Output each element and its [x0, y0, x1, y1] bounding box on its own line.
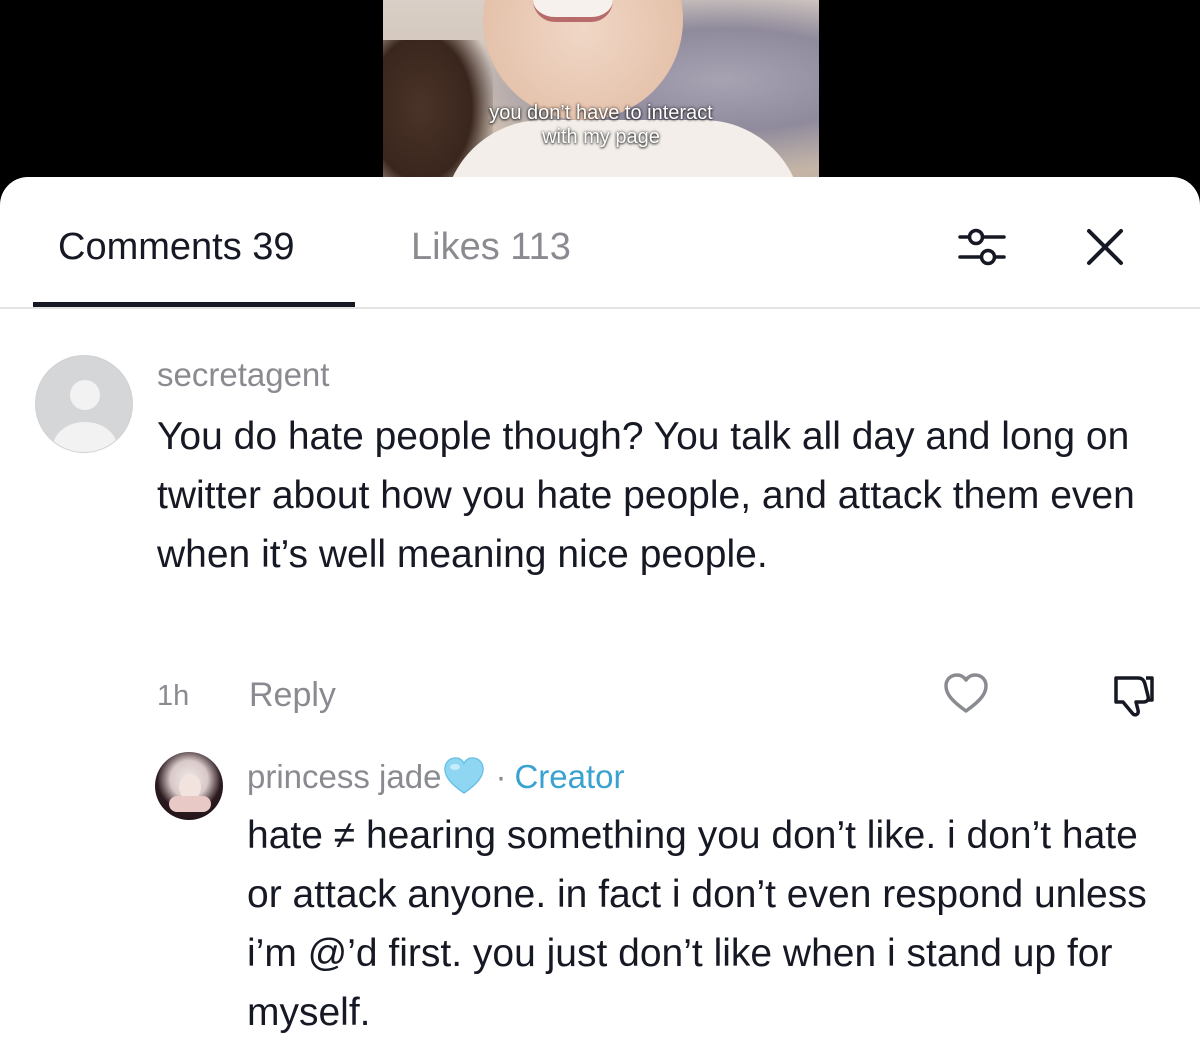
avatar[interactable] — [155, 752, 223, 820]
video-caption: you don’t have to interact with my page — [383, 101, 819, 149]
comment-text: You do hate people though? You talk all … — [157, 415, 1135, 576]
comment-actions: 1h Reply — [0, 670, 1200, 720]
comment-text: hate ≠ hearing something you don’t like.… — [247, 814, 1147, 1034]
video-mouth — [533, 0, 613, 22]
video-caption-line2: with my page — [542, 126, 660, 148]
active-tab-indicator — [33, 302, 355, 307]
avatar-hands — [169, 796, 211, 812]
filter-sliders-icon[interactable] — [952, 217, 1012, 277]
avatar-body — [53, 422, 117, 452]
tab-bar: Comments 39 Likes 113 — [0, 177, 1200, 309]
light-blue-heart-emoji-icon — [443, 756, 485, 796]
video-thumbnail[interactable]: you don’t have to interact with my page — [383, 0, 819, 200]
avatar[interactable] — [35, 355, 133, 453]
avatar-head — [70, 380, 100, 410]
comment-username[interactable]: secretagent — [157, 355, 329, 395]
creator-badge: Creator — [514, 758, 625, 795]
thumbs-down-icon[interactable] — [1108, 670, 1158, 720]
comment-timestamp: 1h — [157, 680, 190, 712]
reply-username-line: princess jade · Creator — [247, 756, 625, 800]
video-preview[interactable]: you don’t have to interact with my page — [0, 0, 1200, 200]
comments-sheet: Comments 39 Likes 113 secretagent You do… — [0, 177, 1200, 1061]
tab-comments[interactable]: Comments 39 — [58, 224, 295, 270]
close-icon[interactable] — [1075, 217, 1135, 277]
badge-separator: · — [495, 758, 507, 795]
heart-outline-icon[interactable] — [942, 670, 990, 718]
tab-likes[interactable]: Likes 113 — [411, 224, 571, 270]
reply-button[interactable]: Reply — [249, 676, 336, 715]
video-caption-line1: you don’t have to interact — [489, 102, 713, 124]
comment-username[interactable]: princess jade — [247, 758, 441, 795]
